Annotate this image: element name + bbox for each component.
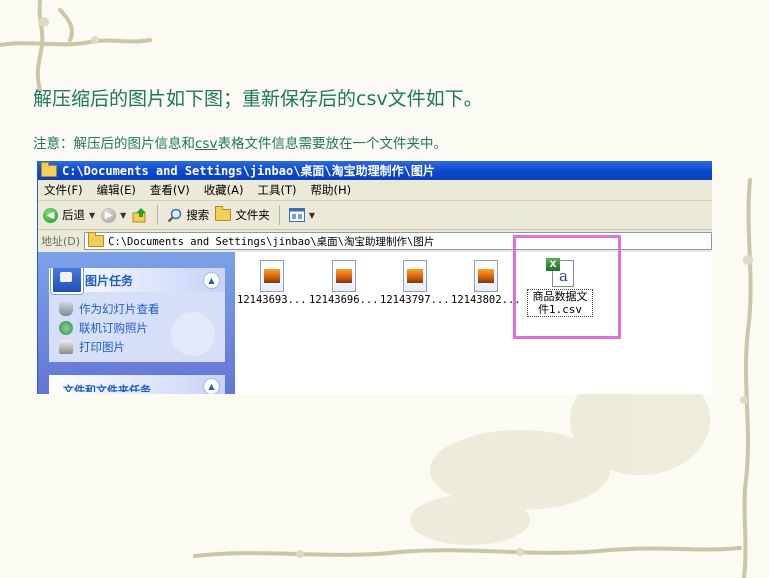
back-arrow-icon: ◀ [43,207,58,223]
slide-title: 解压缩后的图片如下图；重新保存后的csv文件如下。 [33,88,483,110]
back-button[interactable]: ◀ 后退 ▼ [43,207,95,223]
file-item[interactable]: 12143802... [451,260,521,306]
folders-label: 文件夹 [235,208,270,222]
search-button[interactable]: 搜索 [167,207,209,223]
file-name: 12143802... [451,294,521,306]
task-pane: 图片任务 ▲ 作为幻灯片查看 联机订购照片 打印图片 文件和文件夹任务 ▲ [38,252,235,394]
chevron-down-icon: ▼ [89,210,96,220]
views-icon [288,208,305,222]
menu-file[interactable]: 文件(F) [44,182,83,198]
folder-icon [88,232,105,247]
menu-bar: 文件(F) 编辑(E) 查看(V) 收藏(A) 工具(T) 帮助(H) [38,180,712,201]
menu-view[interactable]: 查看(V) [150,182,190,198]
image-file-icon [331,260,356,292]
note-suffix: 表格文件信息需要放在一个文件夹中。 [217,136,447,152]
up-folder-button[interactable] [132,207,148,223]
search-label: 搜索 [186,208,210,222]
chevron-down-icon: ▼ [308,210,315,220]
image-file-icon [473,260,498,292]
file-item[interactable]: 12143693... [237,260,307,306]
highlight-box [513,235,621,339]
toolbar-separator [157,205,159,225]
file-item[interactable]: 12143696... [309,260,379,306]
collapse-icon[interactable]: ▲ [203,378,220,394]
file-folder-tasks-panel[interactable]: 文件和文件夹任务 ▲ [49,375,225,394]
search-icon [168,208,182,222]
picture-tasks-panel: 图片任务 ▲ 作为幻灯片查看 联机订购照片 打印图片 [49,268,225,362]
window-title: C:\Documents and Settings\jinbao\桌面\淘宝助理… [62,164,435,178]
task-label: 联机订购照片 [79,320,148,335]
menu-help[interactable]: 帮助(H) [311,182,352,198]
address-label: 地址(D) [41,235,81,248]
slide-note: 注意：解压后的图片信息和csv表格文件信息需要放在一个文件夹中。 [33,132,447,152]
picture-tasks-icon [51,268,83,294]
folders-button[interactable]: 文件夹 [215,206,270,223]
collapse-icon[interactable]: ▲ [203,272,220,289]
file-name: 12143693... [237,294,307,306]
up-folder-icon [132,208,147,223]
window-titlebar[interactable]: C:\Documents and Settings\jinbao\桌面\淘宝助理… [38,161,712,180]
address-value: C:\Documents and Settings\jinbao\桌面\淘宝助理… [108,235,435,248]
file-folder-tasks-title: 文件和文件夹任务 [63,384,151,394]
toolbar-separator [278,205,280,225]
image-file-icon [259,260,284,292]
task-label: 作为幻灯片查看 [79,301,160,316]
note-prefix: 注意：解压后的图片信息和 [33,136,195,152]
menu-tools[interactable]: 工具(T) [258,182,297,198]
note-underlined: csv [195,136,218,152]
folder-icon [41,161,57,177]
forward-arrow-icon: ▶ [101,207,117,223]
file-item[interactable]: 12143797... [380,260,450,306]
printer-icon [59,339,73,354]
views-button[interactable]: ▼ [288,208,315,222]
slideshow-icon [59,301,73,316]
folders-icon [215,206,232,221]
menu-favorites[interactable]: 收藏(A) [204,182,244,198]
panel-watermark-icon [171,312,215,356]
file-name: 12143797... [380,294,450,306]
back-label: 后退 [62,208,85,222]
file-name: 12143696... [309,294,379,306]
menu-edit[interactable]: 编辑(E) [97,182,136,198]
toolbar: ◀ 后退 ▼ ▶ ▼ 搜索 文件夹 ▼ [38,201,712,230]
picture-tasks-header[interactable]: 图片任务 ▲ [49,268,225,294]
chevron-down-icon: ▼ [120,210,127,220]
task-label: 打印图片 [79,339,125,354]
image-file-icon [402,260,427,292]
picture-tasks-title: 图片任务 [85,273,134,288]
forward-button[interactable]: ▶ ▼ [101,207,127,223]
globe-icon [59,320,73,335]
